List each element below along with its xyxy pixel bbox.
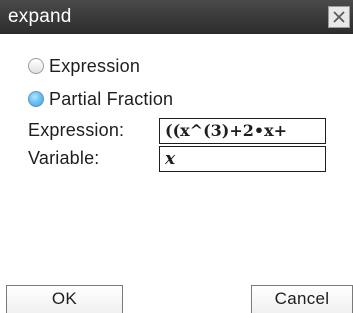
radio-selected-icon[interactable] bbox=[28, 91, 44, 107]
expression-value: ((x^(3)+2•x+ bbox=[165, 121, 288, 140]
cancel-button[interactable]: Cancel bbox=[251, 285, 353, 313]
radio-option-partial-fraction[interactable]: Partial Fraction bbox=[6, 87, 173, 111]
close-button[interactable] bbox=[328, 6, 350, 28]
variable-label: Variable: bbox=[28, 148, 100, 168]
dialog-title: expand bbox=[8, 6, 72, 27]
radio-label-expression: Expression bbox=[49, 55, 141, 76]
expand-dialog: expand Expression Partial Fraction Expre… bbox=[0, 0, 353, 313]
ok-button[interactable]: OK bbox=[6, 285, 123, 313]
expression-label: Expression: bbox=[28, 120, 125, 140]
radio-unselected-icon[interactable] bbox=[28, 58, 44, 74]
expression-field[interactable]: ((x^(3)+2•x+ bbox=[159, 118, 326, 144]
radio-label-partial-fraction: Partial Fraction bbox=[49, 88, 174, 109]
variable-value: x bbox=[165, 149, 176, 169]
title-bar: expand bbox=[0, 0, 353, 34]
radio-option-expression[interactable]: Expression bbox=[6, 54, 140, 78]
variable-field[interactable]: x bbox=[159, 146, 326, 172]
close-icon bbox=[333, 11, 345, 23]
